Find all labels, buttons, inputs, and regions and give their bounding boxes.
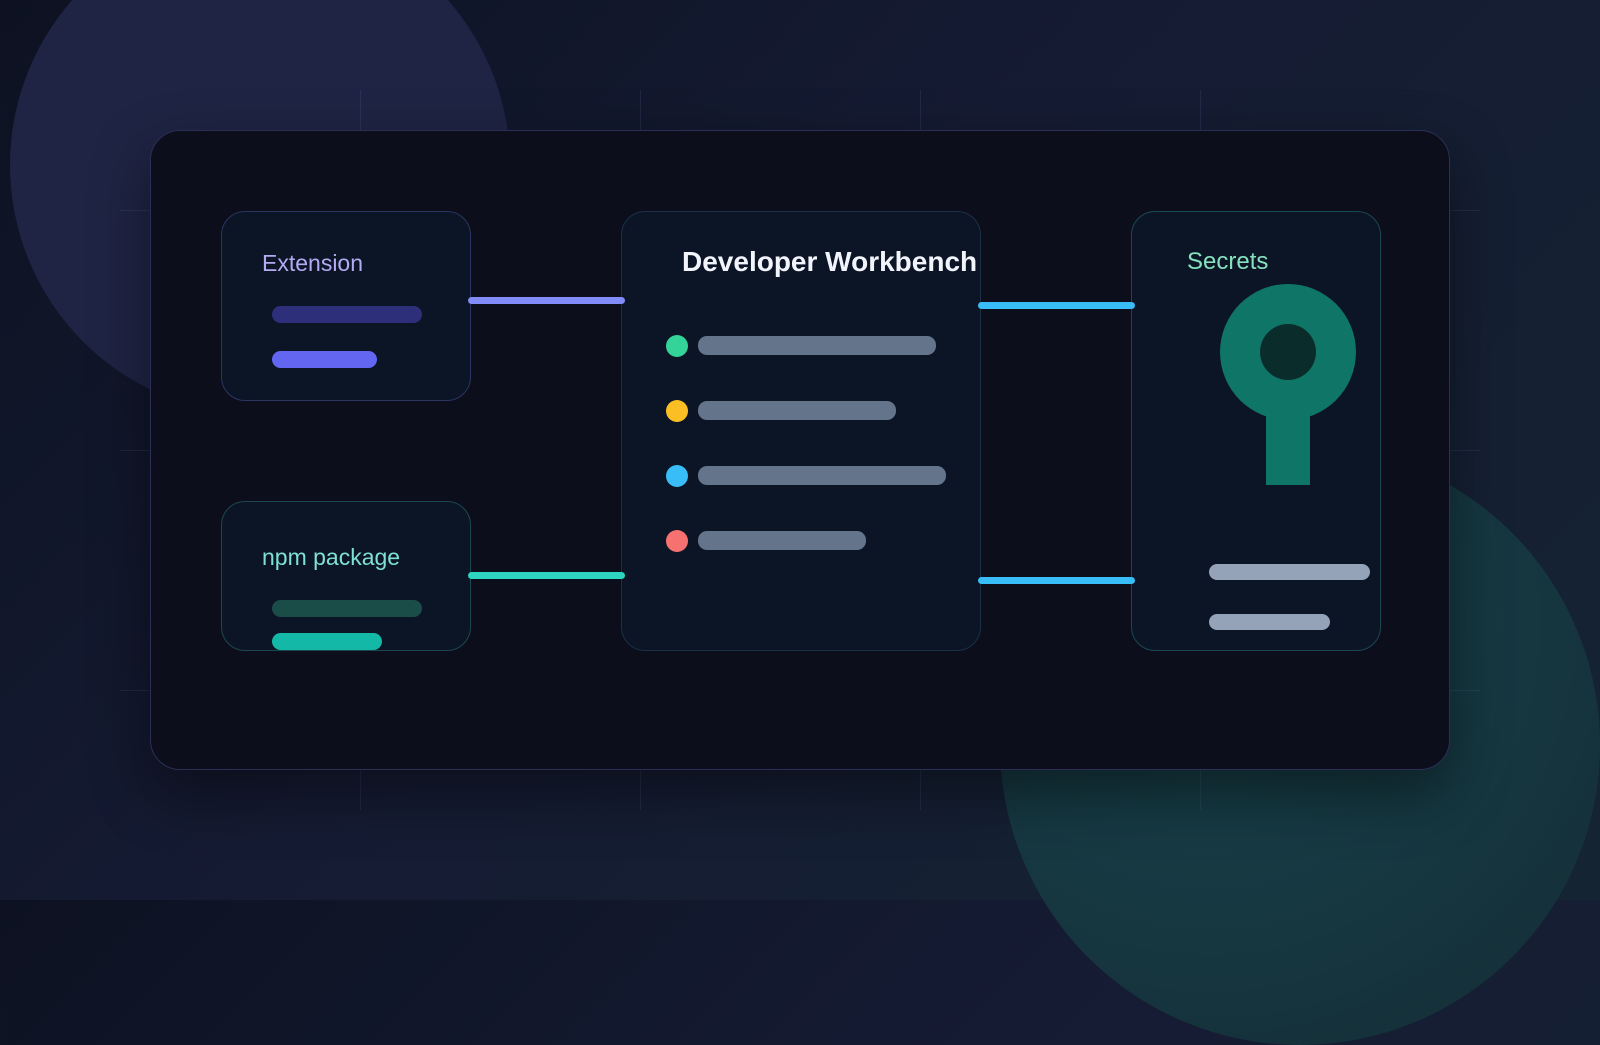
secrets-bar (1209, 564, 1370, 580)
npm-package-label: npm package (262, 544, 401, 570)
connector-workbench-to-secrets-top (978, 302, 1135, 309)
status-dot-blue (666, 465, 688, 487)
developer-workbench-card: Developer Workbench (621, 211, 981, 651)
workbench-list-bar (698, 401, 896, 420)
key-icon (1220, 284, 1356, 420)
connector-workbench-to-secrets-bottom (978, 577, 1135, 584)
workbench-list-bar (698, 466, 946, 485)
status-dot-yellow (666, 400, 688, 422)
workbench-list-bar (698, 531, 866, 550)
connector-extension-to-workbench (468, 297, 625, 304)
secrets-card: Secrets (1131, 211, 1381, 651)
npm-bar-dim (272, 600, 422, 617)
npm-package-card: npm package (221, 501, 471, 651)
npm-bar-bright (272, 633, 382, 650)
key-hole (1260, 324, 1316, 380)
extension-label: Extension (262, 250, 364, 276)
key-stem (1266, 407, 1310, 485)
status-dot-red (666, 530, 688, 552)
extension-bar-dim (272, 306, 422, 323)
diagram-panel: Extension npm package Developer Workbenc… (150, 130, 1450, 770)
status-dot-green (666, 335, 688, 357)
connector-npm-to-workbench (468, 572, 625, 579)
workbench-list-bar (698, 336, 936, 355)
secrets-label: Secrets (1187, 248, 1269, 275)
workbench-title: Developer Workbench (682, 246, 978, 277)
extension-bar-bright (272, 351, 377, 368)
secrets-bar (1209, 614, 1330, 630)
extension-card: Extension (221, 211, 471, 401)
